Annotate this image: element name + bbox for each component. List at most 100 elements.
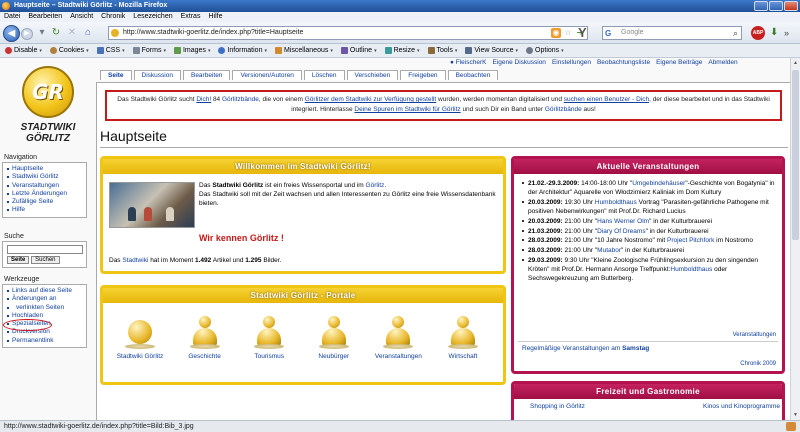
- wd-css[interactable]: CSS ▾: [94, 44, 130, 57]
- event-link[interactable]: Project Pitchfork: [667, 237, 714, 244]
- event-link[interactable]: Umgebindehäuser: [632, 180, 685, 187]
- scroll-up-icon[interactable]: ▲: [792, 59, 799, 67]
- forward-button[interactable]: ▶: [21, 28, 33, 40]
- tool-related-changes[interactable]: Änderungen an: [6, 295, 83, 303]
- wd-resize[interactable]: Resize ▾: [382, 44, 425, 57]
- yslow-icon[interactable]: Y: [578, 26, 587, 40]
- options-icon: [526, 47, 534, 54]
- portal-geschichte[interactable]: Geschichte: [174, 312, 236, 360]
- tab-bearbeiten[interactable]: Bearbeiten: [182, 70, 231, 80]
- wd-images[interactable]: Images ▾: [171, 44, 215, 57]
- user-talk-link[interactable]: Eigene Diskussion: [492, 59, 545, 66]
- welcome-photo[interactable]: [109, 182, 195, 228]
- leisure-cinema-link[interactable]: Kinos und Kinoprogramme: [703, 403, 780, 410]
- menu-help[interactable]: Hilfe: [208, 12, 222, 22]
- wd-miscellaneous[interactable]: Miscellaneous ▾: [272, 44, 338, 57]
- status-addon-icon[interactable]: [786, 422, 796, 431]
- google-icon[interactable]: G: [605, 28, 611, 40]
- user-name-link[interactable]: ● FleischerK: [450, 59, 486, 66]
- wd-forms[interactable]: Forms ▾: [130, 44, 171, 57]
- bookmark-star-icon[interactable]: ☆: [563, 28, 573, 38]
- preferences-link[interactable]: Einstellungen: [552, 59, 591, 66]
- events-regular-link[interactable]: Samstag: [622, 345, 649, 352]
- wd-options[interactable]: Options ▾: [523, 44, 569, 57]
- event-link[interactable]: Mutabor: [597, 247, 621, 254]
- tool-permanent-link[interactable]: Permanentlink: [6, 337, 83, 345]
- nav-letzte-aenderungen[interactable]: Letzte Änderungen: [6, 190, 83, 198]
- notice-link-goerlitzbaende[interactable]: Görlitzbände: [222, 96, 259, 103]
- notice-link-spuren[interactable]: Deine Spuren im Stadtwiki für Görlitz: [354, 106, 460, 113]
- search-button[interactable]: Suchen: [31, 256, 60, 264]
- back-button[interactable]: ◀: [3, 25, 20, 42]
- scroll-down-icon[interactable]: ▼: [792, 411, 799, 419]
- home-icon[interactable]: ⌂: [82, 27, 94, 39]
- vertical-scrollbar[interactable]: ▲ ▼: [790, 58, 800, 420]
- portal-veranstaltungen[interactable]: Veranstaltungen: [367, 312, 429, 360]
- notice-link-dich[interactable]: Dich!: [196, 96, 211, 103]
- tab-beobachten[interactable]: Beobachten: [447, 70, 499, 80]
- close-button[interactable]: [784, 1, 798, 11]
- event-link[interactable]: Hans Werner Olm: [597, 218, 649, 225]
- adblock-icon[interactable]: ABP: [751, 26, 765, 40]
- events-more-link[interactable]: Veranstaltungen: [733, 332, 776, 338]
- search-magnifier-icon[interactable]: ⌕: [733, 27, 738, 39]
- notice-link-goerlitzbaende-2[interactable]: Görlitzbände: [545, 106, 582, 113]
- wiki-search-input[interactable]: [7, 245, 83, 254]
- menu-bookmarks[interactable]: Lesezeichen: [133, 12, 172, 22]
- wd-view-source[interactable]: View Source ▾: [462, 44, 523, 57]
- tab-loeschen[interactable]: Löschen: [303, 70, 345, 80]
- tab-freigeben[interactable]: Freigeben: [400, 70, 446, 80]
- tool-related-changes-2[interactable]: verlinkten Seiten: [6, 304, 83, 312]
- wd-tools[interactable]: Tools ▾: [425, 44, 463, 57]
- watchlist-link[interactable]: Beobachtungsliste: [597, 59, 650, 66]
- wd-disable[interactable]: Disable ▾: [2, 44, 47, 57]
- site-logo[interactable]: GR STADTWIKI GÖRLITZ: [8, 66, 88, 156]
- minimize-button[interactable]: [754, 1, 768, 11]
- contributions-link[interactable]: Eigene Beiträge: [656, 59, 702, 66]
- portal-wirtschaft[interactable]: Wirtschaft: [432, 312, 494, 360]
- portal-tourismus[interactable]: Tourismus: [238, 312, 300, 360]
- nav-veranstaltungen[interactable]: Veranstaltungen: [6, 182, 83, 190]
- events-chronik-link[interactable]: Chronik 2009: [740, 361, 776, 367]
- rss-feed-icon[interactable]: ◉: [551, 28, 561, 38]
- stop-icon[interactable]: ✕: [66, 27, 78, 39]
- logout-link[interactable]: Abmelden: [708, 59, 737, 66]
- nav-hilfe[interactable]: Hilfe: [6, 206, 83, 214]
- menu-edit[interactable]: Bearbeiten: [28, 12, 62, 22]
- wd-outline[interactable]: Outline ▾: [338, 44, 382, 57]
- notice-link-suchen[interactable]: suchen einen Benutzer - Dich: [564, 96, 649, 103]
- forms-icon: [132, 47, 140, 54]
- maximize-button[interactable]: [769, 1, 783, 11]
- tab-versionen[interactable]: Versionen/Autoren: [232, 70, 302, 80]
- wd-cookies[interactable]: Cookies ▾: [47, 44, 94, 57]
- menu-tools[interactable]: Extras: [181, 12, 201, 22]
- page-title: Hauptseite: [100, 128, 167, 144]
- address-bar[interactable]: http://www.stadtwiki-goerlitz.de/index.p…: [108, 26, 588, 40]
- tab-diskussion[interactable]: Diskussion: [133, 70, 181, 80]
- menu-view[interactable]: Ansicht: [70, 12, 93, 22]
- welcome-link-stadtwiki[interactable]: Stadtwiki: [122, 257, 148, 264]
- nav-zufaellige-seite[interactable]: Zufällige Seite: [6, 198, 83, 206]
- search-input[interactable]: G Google ⌕: [602, 26, 742, 40]
- menu-file[interactable]: Datei: [4, 12, 20, 22]
- search-go-button[interactable]: Seite: [7, 256, 30, 264]
- tab-verschieben[interactable]: Verschieben: [346, 70, 399, 80]
- event-link[interactable]: Diary Of Dreams: [597, 228, 645, 235]
- welcome-link-goerlitz[interactable]: Görlitz: [366, 182, 385, 189]
- scroll-thumb[interactable]: [792, 70, 799, 240]
- history-dropdown-icon[interactable]: ▾: [36, 27, 48, 39]
- notice-link-zur-verfuegung[interactable]: Görlitzer dem Stadtwiki zur Verfügung ge…: [305, 96, 437, 103]
- menu-history[interactable]: Chronik: [101, 12, 125, 22]
- nav-hauptseite[interactable]: Hauptseite: [6, 165, 83, 173]
- event-link[interactable]: Humboldthaus: [595, 199, 637, 206]
- portal-neubuerger[interactable]: Neubürger: [303, 312, 365, 360]
- event-link[interactable]: Humboldthaus: [670, 266, 712, 273]
- portal-stadtwiki-goerlitz[interactable]: Stadtwiki Görlitz: [109, 312, 171, 360]
- wd-information[interactable]: Information ▾: [215, 44, 272, 57]
- reload-icon[interactable]: ↻: [50, 27, 62, 39]
- leisure-shopping-link[interactable]: Shopping in Görlitz: [530, 403, 585, 410]
- nav-stadtwiki-goerlitz[interactable]: Stadtwiki Görlitz: [6, 173, 83, 181]
- download-statusbar-icon[interactable]: ⬇: [770, 27, 778, 38]
- tab-seite[interactable]: Seite: [100, 70, 132, 80]
- toolbar-overflow-icon[interactable]: »: [784, 28, 789, 38]
